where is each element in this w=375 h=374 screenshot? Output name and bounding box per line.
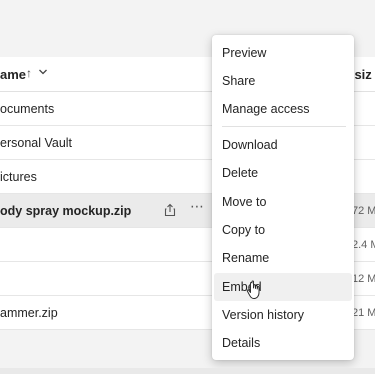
more-options-icon[interactable]: ⋯ bbox=[190, 198, 205, 215]
menu-item-download[interactable]: Download bbox=[214, 131, 352, 159]
menu-item-label: Rename bbox=[222, 251, 270, 265]
menu-item-label: Copy to bbox=[222, 223, 266, 237]
share-icon[interactable] bbox=[162, 202, 178, 218]
menu-item-version-history[interactable]: Version history bbox=[214, 301, 352, 329]
bottom-bar bbox=[0, 368, 375, 374]
menu-item-delete[interactable]: Delete bbox=[214, 159, 352, 187]
menu-item-copy-to[interactable]: Copy to bbox=[214, 216, 352, 244]
hand-pointer-cursor-icon bbox=[246, 280, 260, 299]
file-name: ammer.zip bbox=[0, 306, 58, 320]
menu-item-embed[interactable]: Embed bbox=[214, 273, 352, 301]
menu-item-rename[interactable]: Rename bbox=[214, 244, 352, 272]
menu-item-label: Preview bbox=[222, 46, 267, 60]
sort-ascending-icon[interactable]: ↑ bbox=[26, 66, 32, 80]
menu-item-details[interactable]: Details bbox=[214, 329, 352, 357]
menu-item-label: Details bbox=[222, 336, 261, 350]
column-header-name[interactable]: ame bbox=[0, 67, 26, 82]
file-size: 12 MI bbox=[352, 273, 375, 285]
file-name: ocuments bbox=[0, 102, 55, 116]
file-size: 21 ME bbox=[352, 307, 375, 319]
menu-item-share[interactable]: Share bbox=[214, 67, 352, 95]
menu-item-manage-access[interactable]: Manage access bbox=[214, 95, 352, 123]
file-size: 72 ME bbox=[352, 205, 375, 217]
chevron-down-icon[interactable] bbox=[38, 67, 48, 77]
file-name: ersonal Vault bbox=[0, 136, 73, 150]
menu-item-label: Manage access bbox=[222, 102, 310, 116]
menu-item-preview[interactable]: Preview bbox=[214, 39, 352, 67]
menu-item-label: Download bbox=[222, 138, 278, 152]
menu-item-label: Delete bbox=[222, 166, 259, 180]
menu-item-move-to[interactable]: Move to bbox=[214, 188, 352, 216]
file-name: ody spray mockup.zip bbox=[0, 204, 132, 218]
file-name: ictures bbox=[0, 170, 37, 184]
menu-divider bbox=[222, 126, 346, 127]
file-size: 2.4 MI bbox=[352, 239, 375, 251]
menu-item-label: Share bbox=[222, 74, 256, 88]
menu-item-label: Move to bbox=[222, 195, 267, 209]
context-menu: Preview Share Manage access Download Del… bbox=[212, 35, 354, 360]
menu-item-label: Version history bbox=[222, 308, 304, 322]
